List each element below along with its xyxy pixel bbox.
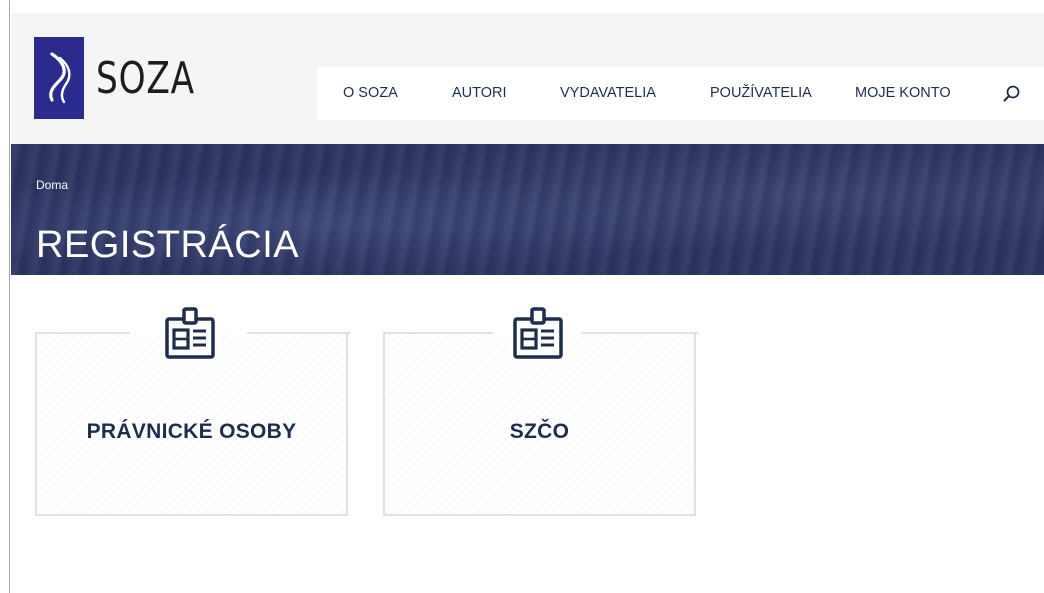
main-nav: O SOZA AUTORI VYDAVATELIA POUŽÍVATELIA M…	[317, 67, 1044, 120]
id-badge-icon	[508, 304, 568, 362]
search-icon[interactable]	[1001, 83, 1023, 105]
logo-mark-icon	[34, 37, 84, 119]
card-border-left	[35, 332, 130, 334]
id-badge-icon	[160, 304, 220, 362]
card-border-right	[247, 332, 350, 334]
card-label: PRÁVNICKÉ OSOBY	[86, 420, 297, 443]
card-border-right	[581, 332, 698, 334]
nav-item-o-soza[interactable]: O SOZA	[343, 67, 398, 120]
nav-item-pouzivatelia[interactable]: POUŽÍVATELIA	[710, 67, 812, 120]
page-banner: Doma REGISTRÁCIA	[11, 144, 1044, 275]
breadcrumb-home[interactable]: Doma	[36, 178, 68, 192]
nav-item-vydavatelia[interactable]: VYDAVATELIA	[560, 67, 656, 120]
card-pravnicke-osoby[interactable]: PRÁVNICKÉ OSOBY	[35, 304, 350, 516]
nav-item-autori[interactable]: AUTORI	[452, 67, 507, 120]
card-label: SZČO	[509, 420, 570, 443]
card-border-left	[383, 332, 493, 334]
page-title: REGISTRÁCIA	[36, 224, 300, 266]
left-edge	[0, 0, 10, 593]
card-szco[interactable]: SZČO	[383, 304, 698, 516]
logo[interactable]: SOZA	[34, 37, 223, 119]
site-header: SOZA O SOZA AUTORI VYDAVATELIA POUŽÍVATE…	[11, 13, 1044, 144]
nav-item-moje-konto[interactable]: MOJE KONTO	[855, 67, 951, 120]
logo-text: SOZA	[96, 52, 195, 104]
